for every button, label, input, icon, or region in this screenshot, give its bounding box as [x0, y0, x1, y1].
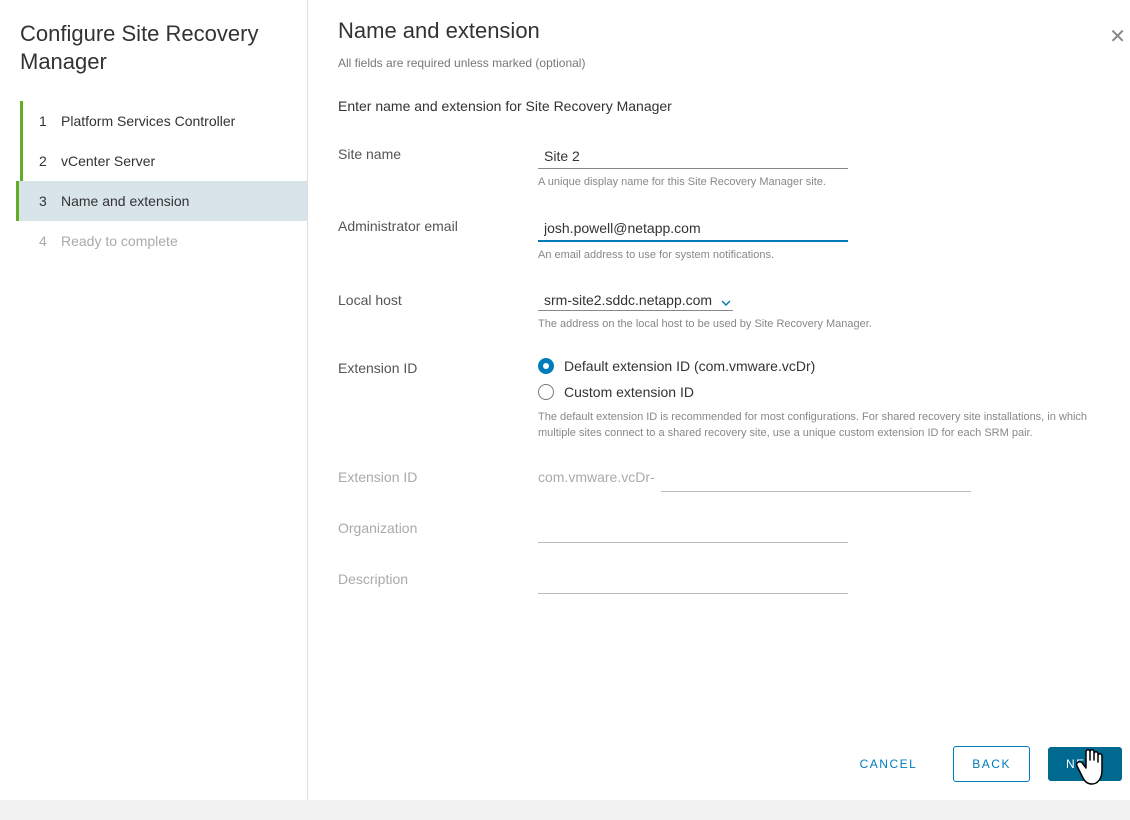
row-extension-id-custom: Extension ID com.vmware.vcDr- [338, 467, 1110, 492]
step-label: Ready to complete [61, 233, 178, 249]
page-instruction: Enter name and extension for Site Recove… [338, 98, 1110, 114]
site-name-input[interactable] [538, 144, 848, 169]
radio-custom-extension[interactable]: Custom extension ID [538, 384, 1108, 400]
wizard-footer: CANCEL BACK NEXT [842, 746, 1122, 782]
main-panel: ✕ Name and extension All fields are requ… [308, 0, 1130, 800]
label-admin-email: Administrator email [338, 216, 538, 234]
row-extension-id: Extension ID Default extension ID (com.v… [338, 358, 1110, 441]
step-number: 1 [39, 113, 61, 129]
extension-id-custom-input [661, 467, 971, 492]
close-icon[interactable]: ✕ [1109, 24, 1126, 49]
label-local-host: Local host [338, 290, 538, 308]
step-number: 4 [39, 233, 61, 249]
row-admin-email: Administrator email An email address to … [338, 216, 1110, 263]
back-button[interactable]: BACK [953, 746, 1030, 782]
local-host-select[interactable]: srm-site2.sddc.netapp.com [538, 290, 733, 311]
row-site-name: Site name A unique display name for this… [338, 144, 1110, 190]
step-vcenter-server[interactable]: 2 vCenter Server [20, 141, 307, 181]
wizard-container: Configure Site Recovery Manager 1 Platfo… [0, 0, 1130, 800]
cancel-button[interactable]: CANCEL [842, 747, 936, 781]
radio-dot-icon [538, 384, 554, 400]
row-local-host: Local host srm-site2.sddc.netapp.com The… [338, 290, 1110, 332]
organization-input[interactable] [538, 518, 848, 543]
step-number: 2 [39, 153, 61, 169]
chevron-down-icon [721, 295, 731, 305]
row-description: Description [338, 569, 1110, 594]
wizard-sidebar: Configure Site Recovery Manager 1 Platfo… [0, 0, 308, 800]
step-number: 3 [39, 193, 61, 209]
wizard-title: Configure Site Recovery Manager [20, 20, 307, 75]
hint-site-name: A unique display name for this Site Reco… [538, 175, 1108, 190]
description-input[interactable] [538, 569, 848, 594]
next-button[interactable]: NEXT [1048, 747, 1122, 781]
label-extension-id: Extension ID [338, 358, 538, 376]
radio-default-extension[interactable]: Default extension ID (com.vmware.vcDr) [538, 358, 1108, 374]
page-title: Name and extension [338, 18, 1110, 44]
step-ready-to-complete: 4 Ready to complete [20, 221, 307, 261]
page-subtitle: All fields are required unless marked (o… [338, 56, 1110, 70]
extension-id-prefix: com.vmware.vcDr- [538, 469, 655, 489]
radio-label-custom: Custom extension ID [564, 384, 694, 400]
local-host-value: srm-site2.sddc.netapp.com [544, 292, 721, 308]
radio-label-default: Default extension ID (com.vmware.vcDr) [564, 358, 815, 374]
step-list: 1 Platform Services Controller 2 vCenter… [20, 101, 307, 261]
radio-dot-icon [538, 358, 554, 374]
label-extension-id-custom: Extension ID [338, 467, 538, 485]
step-platform-services-controller[interactable]: 1 Platform Services Controller [20, 101, 307, 141]
label-description: Description [338, 569, 538, 587]
label-site-name: Site name [338, 144, 538, 162]
bottom-bar [0, 800, 1130, 820]
admin-email-input[interactable] [538, 216, 848, 242]
hint-extension-id: The default extension ID is recommended … [538, 410, 1108, 441]
label-organization: Organization [338, 518, 538, 536]
step-label: Platform Services Controller [61, 113, 235, 129]
row-organization: Organization [338, 518, 1110, 543]
step-label: vCenter Server [61, 153, 155, 169]
step-name-and-extension[interactable]: 3 Name and extension [16, 181, 307, 221]
hint-local-host: The address on the local host to be used… [538, 317, 1108, 332]
step-label: Name and extension [61, 193, 189, 209]
hint-admin-email: An email address to use for system notif… [538, 248, 1108, 263]
extension-id-radio-group: Default extension ID (com.vmware.vcDr) C… [538, 358, 1108, 400]
